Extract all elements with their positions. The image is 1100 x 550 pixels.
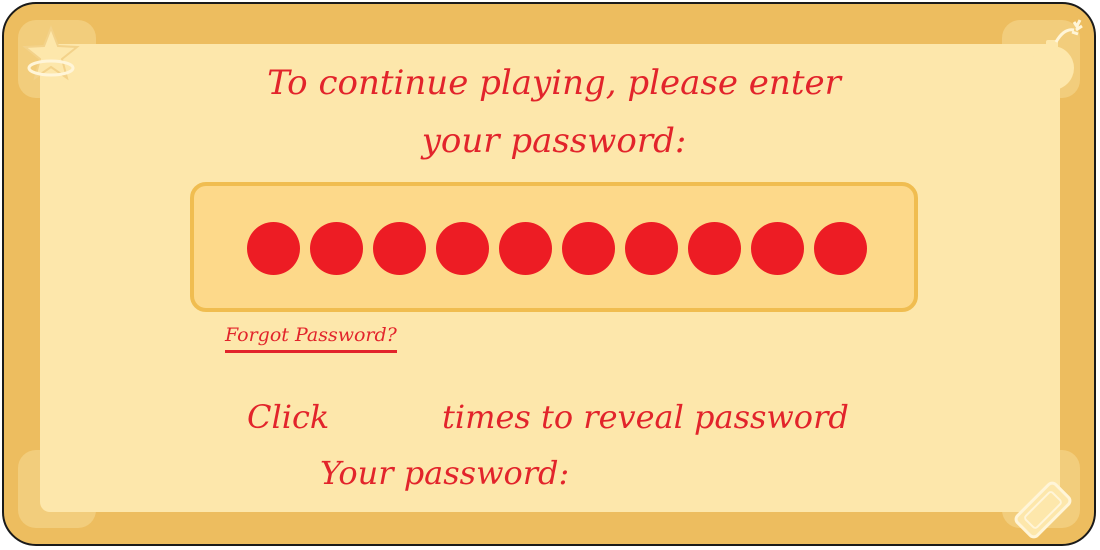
reveal-instruction: times to reveal password — [442, 398, 849, 436]
star-icon — [22, 25, 80, 81]
password-dot — [436, 222, 489, 275]
password-field[interactable] — [190, 182, 918, 312]
password-dot — [247, 222, 300, 275]
forgot-password-link[interactable]: Forgot Password? — [225, 324, 397, 353]
bomb-icon — [1030, 19, 1083, 90]
password-dialog: To continue playing, please enter your p… — [2, 2, 1096, 546]
password-mask — [247, 222, 867, 275]
password-dot — [688, 222, 741, 275]
click-count-value — [349, 398, 433, 442]
your-password-label: Your password: — [320, 454, 570, 492]
page-title: To continue playing, please enter your p… — [267, 63, 841, 161]
candy-bar-icon — [1014, 481, 1072, 539]
password-dot — [625, 222, 678, 275]
password-dot — [814, 222, 867, 275]
password-dot — [751, 222, 804, 275]
password-dot — [373, 222, 426, 275]
password-dot — [499, 222, 552, 275]
click-label: Click — [247, 398, 330, 436]
password-dot — [310, 222, 363, 275]
password-dot — [562, 222, 615, 275]
revealed-password-value — [588, 454, 948, 498]
